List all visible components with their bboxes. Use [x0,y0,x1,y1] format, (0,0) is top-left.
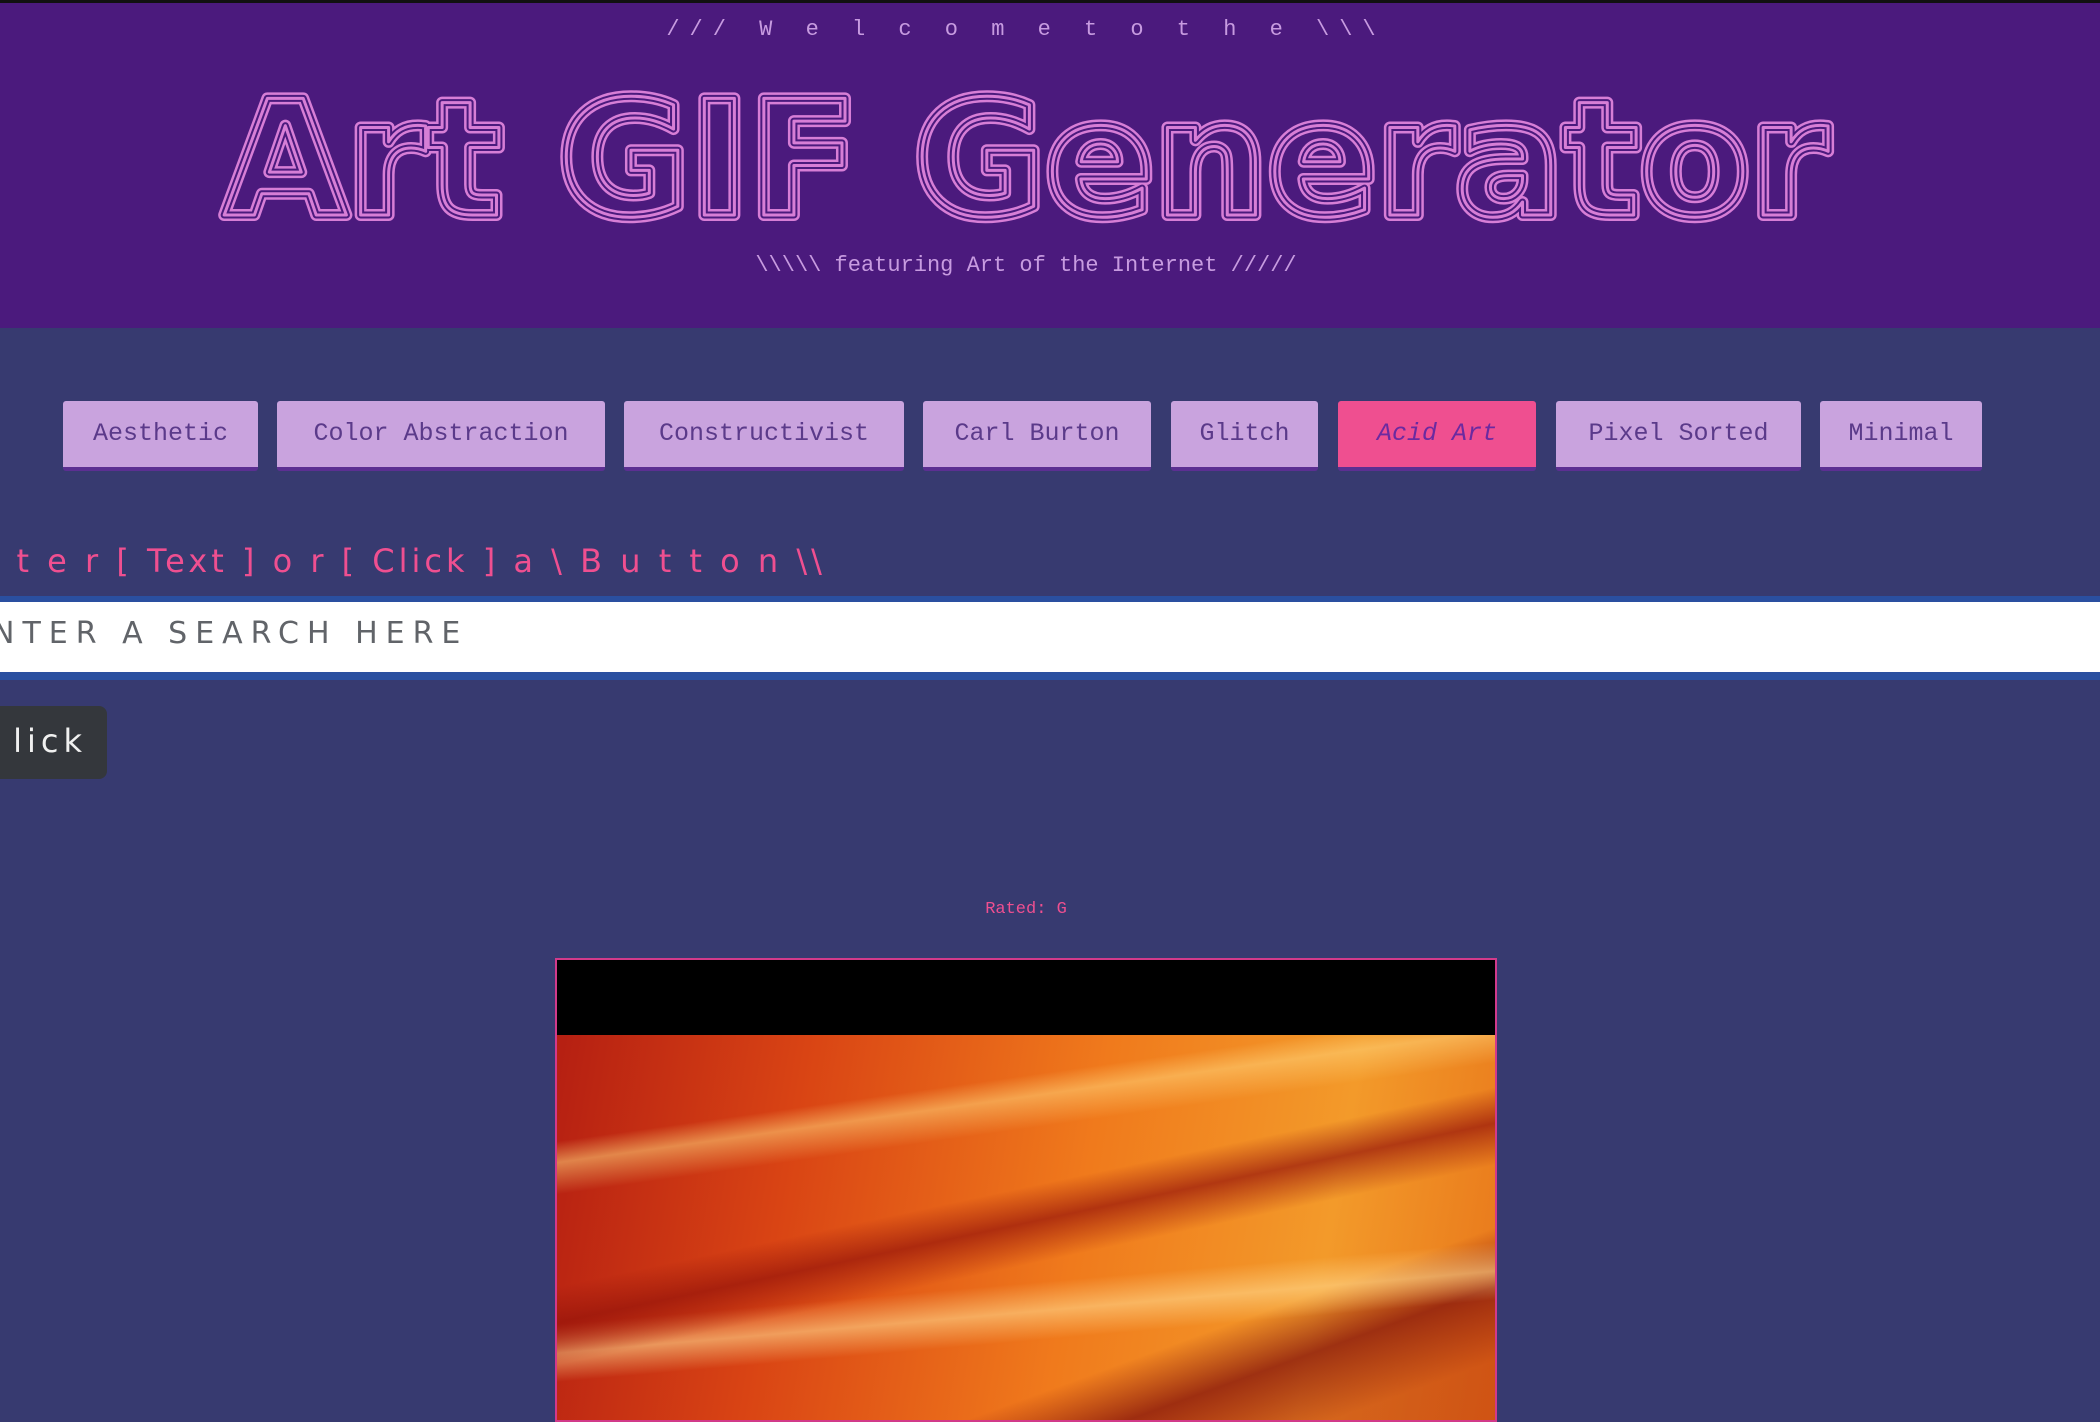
category-button-aesthetic[interactable]: Aesthetic [63,401,258,471]
search-placeholder: NTER A SEARCH HERE [0,616,469,651]
gif-rating: Rated: G [985,900,1067,919]
category-button-pixel-sorted[interactable]: Pixel Sorted [1556,401,1801,471]
category-button-carl-burton[interactable]: Carl Burton [923,401,1151,471]
site-subtitle: \\\\\ featuring Art of the Internet ////… [755,253,1297,278]
click-button-label: lick [13,722,87,760]
gif-image [557,1035,1495,1420]
category-button-glitch[interactable]: Glitch [1171,401,1318,471]
category-button-acid-art[interactable]: Acid Art [1338,401,1536,471]
category-button-constructivist[interactable]: Constructivist [624,401,904,471]
category-button-minimal[interactable]: Minimal [1820,401,1982,471]
search-bar: NTER A SEARCH HERE [0,596,2100,680]
search-instruction: n t e r [ Text ] o r [ Click ] a \ B u t… [0,542,826,580]
site-title: Art GIF Generator Art GIF Generator Art … [217,65,1834,245]
welcome-text: /// W e l c o m e t o t h e \\\ [666,17,1386,42]
gif-result [555,958,1497,1422]
category-buttons: Aesthetic Color Abstraction Constructivi… [0,401,2100,471]
title-outline-inner: Art GIF Generator [223,66,1828,245]
click-button[interactable]: lick [0,706,107,779]
category-button-color-abstraction[interactable]: Color Abstraction [277,401,605,471]
site-header: /// W e l c o m e t o t h e \\\ Art GIF … [0,3,2100,328]
